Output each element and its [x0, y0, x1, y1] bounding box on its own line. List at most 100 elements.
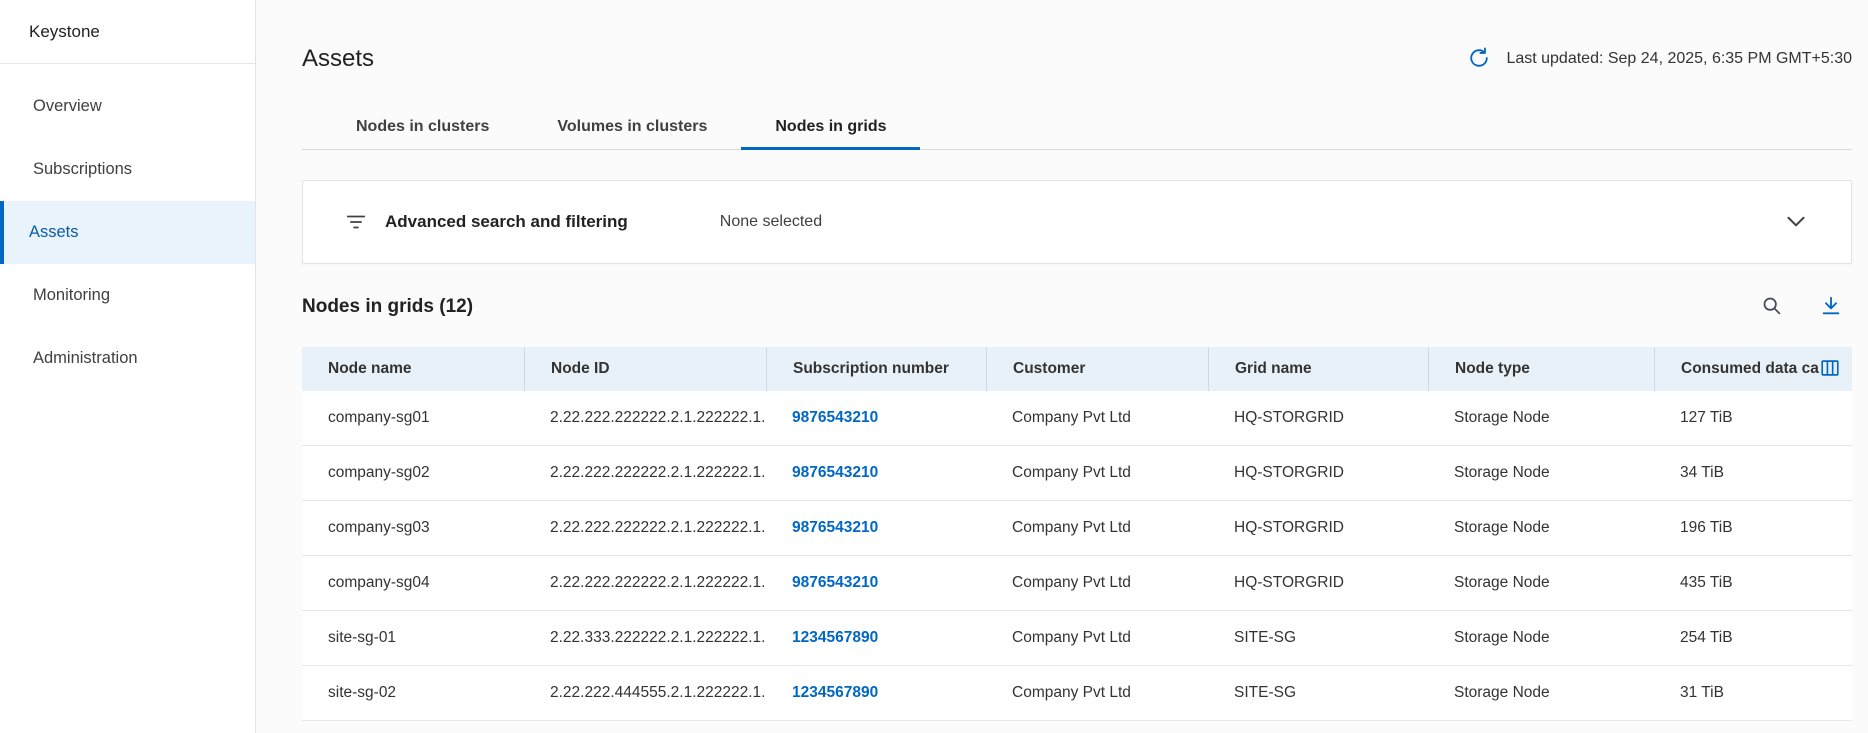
cell-node-type: Storage Node [1428, 611, 1654, 665]
filter-status: None selected [720, 213, 822, 231]
cell-subscription: 1234567890 [766, 666, 986, 720]
tab-label: Nodes in grids [775, 118, 886, 136]
sidebar-nav: Overview Subscriptions Assets Monitoring… [0, 64, 255, 390]
cell-node-name: company-sg03 [302, 501, 524, 555]
sidebar-item-label: Administration [33, 349, 138, 368]
table-row: company-sg01 2.22.222.222222.2.1.222222.… [302, 391, 1852, 446]
sidebar-item-label: Overview [33, 97, 102, 116]
table-actions [1759, 293, 1852, 322]
subscription-link[interactable]: 1234567890 [792, 629, 878, 647]
cell-node-type: Storage Node [1428, 501, 1654, 555]
cell-node-type: Storage Node [1428, 391, 1654, 445]
sidebar-item-label: Assets [29, 223, 79, 242]
tab-nodes-in-grids[interactable]: Nodes in grids [741, 106, 920, 150]
cell-grid-name: HQ-STORGRID [1208, 446, 1428, 500]
table-row: company-sg04 2.22.222.222222.2.1.222222.… [302, 556, 1852, 611]
tab-nodes-in-clusters[interactable]: Nodes in clusters [322, 106, 523, 150]
sidebar-item-label: Monitoring [33, 286, 110, 305]
cell-node-id: 2.22.222.444555.2.1.222222.1.1.1.1 [524, 666, 766, 720]
cell-node-id: 2.22.222.222222.2.1.222222.1.1.1.3 [524, 501, 766, 555]
cell-node-name: company-sg04 [302, 556, 524, 610]
cell-node-id: 2.22.333.222222.2.1.222222.1.1.1.1 [524, 611, 766, 665]
tab-bar: Nodes in clusters Volumes in clusters No… [302, 106, 1852, 150]
main-content: Assets Last updated: Sep 24, 2025, 6:35 … [256, 0, 1868, 733]
sidebar: Keystone Overview Subscriptions Assets M… [0, 0, 256, 733]
sidebar-item-administration[interactable]: Administration [0, 327, 255, 390]
chevron-down-icon [1783, 208, 1809, 237]
cell-node-id: 2.22.222.222222.2.1.222222.1.1.1.2 [524, 446, 766, 500]
column-header-customer: Customer [986, 347, 1208, 391]
cell-consumed: 34 TiB [1654, 446, 1852, 500]
advanced-search-panel[interactable]: Advanced search and filtering None selec… [302, 180, 1852, 264]
advanced-search-title: Advanced search and filtering [385, 212, 628, 232]
column-header-label: Consumed data ca [1681, 360, 1819, 378]
sidebar-item-subscriptions[interactable]: Subscriptions [0, 138, 255, 201]
download-icon [1820, 295, 1842, 320]
cell-customer: Company Pvt Ltd [986, 501, 1208, 555]
table-row: site-sg-01 2.22.333.222222.2.1.222222.1.… [302, 611, 1852, 666]
page-title: Assets [302, 44, 374, 74]
subscription-link[interactable]: 1234567890 [792, 684, 878, 702]
cell-node-type: Storage Node [1428, 556, 1654, 610]
subscription-link[interactable]: 9876543210 [792, 464, 878, 482]
sidebar-item-assets[interactable]: Assets [0, 201, 255, 264]
filter-icon [345, 211, 367, 233]
tab-label: Nodes in clusters [356, 118, 489, 136]
cell-node-name: company-sg02 [302, 446, 524, 500]
column-header-subscription-number: Subscription number [766, 347, 986, 391]
table-row: company-sg02 2.22.222.222222.2.1.222222.… [302, 446, 1852, 501]
table-body: company-sg01 2.22.222.222222.2.1.222222.… [302, 391, 1852, 721]
last-updated-text: Last updated: Sep 24, 2025, 6:35 PM GMT+… [1506, 50, 1852, 68]
cell-node-id: 2.22.222.222222.2.1.222222.1.1.1.4 [524, 556, 766, 610]
cell-subscription: 9876543210 [766, 501, 986, 555]
cell-subscription: 9876543210 [766, 391, 986, 445]
tab-label: Volumes in clusters [557, 118, 707, 136]
cell-grid-name: HQ-STORGRID [1208, 391, 1428, 445]
search-icon [1761, 295, 1782, 319]
cell-grid-name: HQ-STORGRID [1208, 556, 1428, 610]
download-button[interactable] [1818, 293, 1844, 322]
cell-node-name: company-sg01 [302, 391, 524, 445]
cell-grid-name: HQ-STORGRID [1208, 501, 1428, 555]
cell-grid-name: SITE-SG [1208, 666, 1428, 720]
refresh-icon [1468, 47, 1490, 72]
refresh-button[interactable] [1466, 45, 1492, 74]
cell-customer: Company Pvt Ltd [986, 666, 1208, 720]
expand-filter-button[interactable] [1781, 206, 1811, 239]
cell-consumed: 254 TiB [1654, 611, 1852, 665]
cell-node-type: Storage Node [1428, 666, 1654, 720]
table-section-title: Nodes in grids (12) [302, 292, 473, 322]
cell-node-type: Storage Node [1428, 446, 1654, 500]
table-header-row: Node name Node ID Subscription number Cu… [302, 347, 1852, 391]
cell-grid-name: SITE-SG [1208, 611, 1428, 665]
sidebar-item-overview[interactable]: Overview [0, 75, 255, 138]
column-settings-button[interactable] [1819, 357, 1841, 382]
subscription-link[interactable]: 9876543210 [792, 519, 878, 537]
column-header-node-id: Node ID [524, 347, 766, 391]
column-header-consumed-data: Consumed data ca [1654, 347, 1852, 391]
page-header: Assets Last updated: Sep 24, 2025, 6:35 … [302, 44, 1852, 74]
cell-subscription: 9876543210 [766, 446, 986, 500]
columns-icon [1819, 357, 1841, 382]
nodes-in-grids-table: Node name Node ID Subscription number Cu… [302, 347, 1852, 721]
cell-node-name: site-sg-01 [302, 611, 524, 665]
cell-customer: Company Pvt Ltd [986, 446, 1208, 500]
cell-customer: Company Pvt Ltd [986, 611, 1208, 665]
cell-subscription: 9876543210 [766, 556, 986, 610]
cell-consumed: 127 TiB [1654, 391, 1852, 445]
column-header-grid-name: Grid name [1208, 347, 1428, 391]
column-header-node-name: Node name [302, 347, 524, 391]
search-button[interactable] [1759, 293, 1784, 321]
header-right: Last updated: Sep 24, 2025, 6:35 PM GMT+… [1466, 45, 1852, 74]
cell-subscription: 1234567890 [766, 611, 986, 665]
tab-volumes-in-clusters[interactable]: Volumes in clusters [523, 106, 741, 150]
cell-consumed: 31 TiB [1654, 666, 1852, 720]
subscription-link[interactable]: 9876543210 [792, 574, 878, 592]
app-title: Keystone [0, 0, 255, 64]
subscription-link[interactable]: 9876543210 [792, 409, 878, 427]
sidebar-item-label: Subscriptions [33, 160, 132, 179]
table-row: site-sg-02 2.22.222.444555.2.1.222222.1.… [302, 666, 1852, 721]
cell-consumed: 196 TiB [1654, 501, 1852, 555]
sidebar-item-monitoring[interactable]: Monitoring [0, 264, 255, 327]
cell-node-id: 2.22.222.222222.2.1.222222.1.1.1.1 [524, 391, 766, 445]
